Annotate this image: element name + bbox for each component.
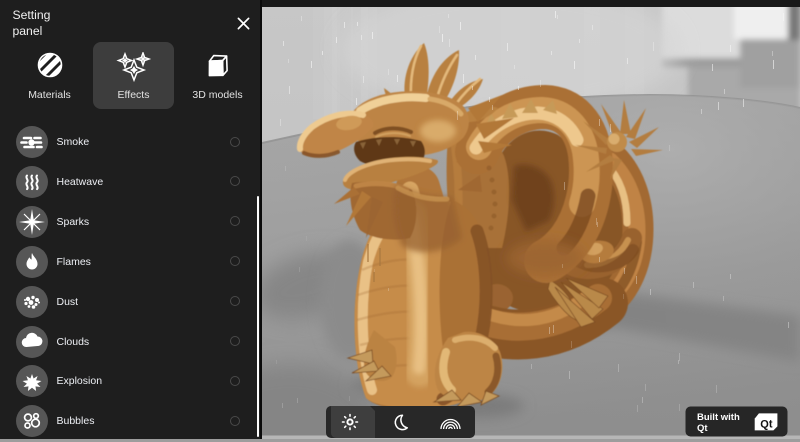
svg-text:Qt: Qt xyxy=(697,423,708,434)
svg-text:Qt: Qt xyxy=(760,418,773,430)
svg-text:Built with: Built with xyxy=(697,412,740,423)
